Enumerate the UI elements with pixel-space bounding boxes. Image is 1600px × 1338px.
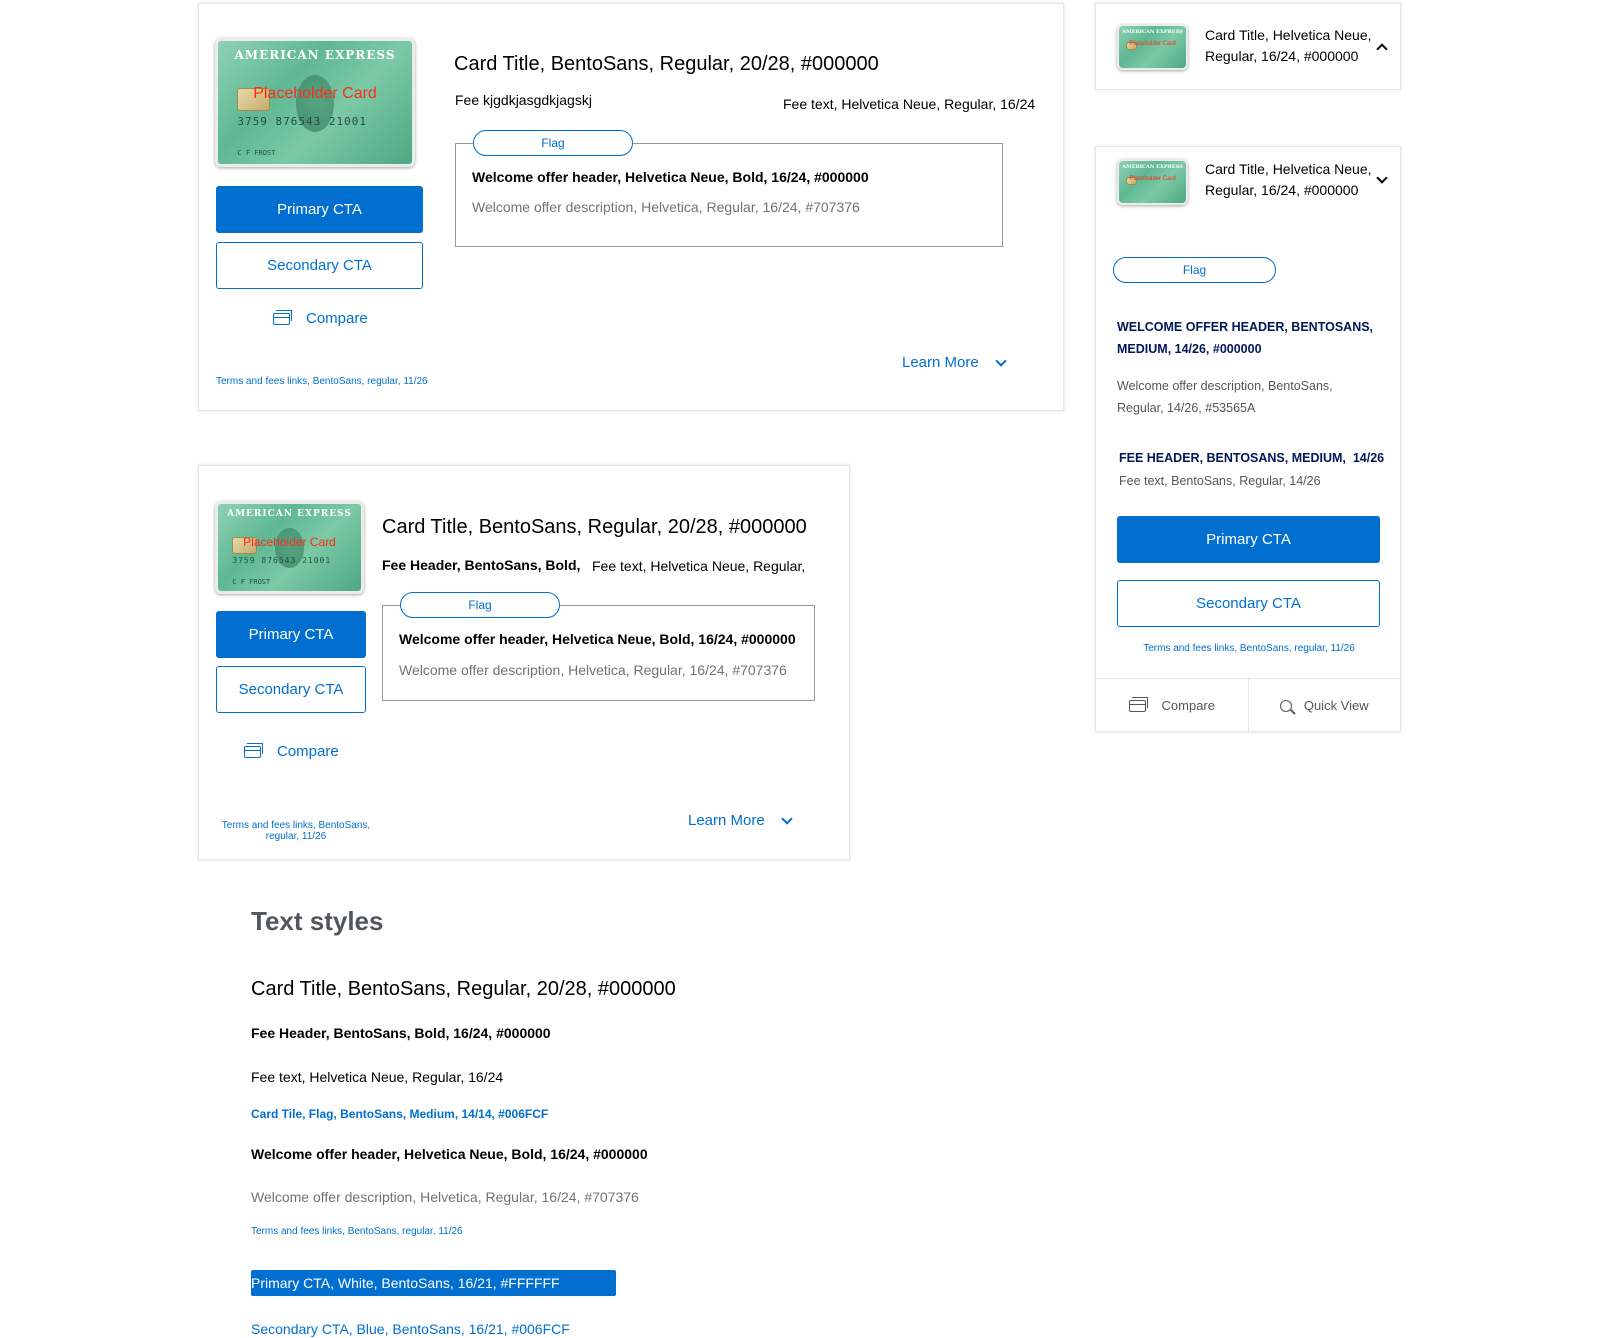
offer-flag: Flag (473, 130, 633, 156)
card-image[interactable]: AMERICAN EXPRESS 3759 876543 21001 Place… (215, 38, 415, 167)
primary-cta-button[interactable]: Primary CTA (216, 611, 366, 658)
card-holder: C F FROST (232, 577, 271, 586)
card-number: 3759 876543 21001 (232, 556, 332, 566)
welcome-offer-header-line-2: MEDIUM, 14/26, #000000 (1117, 342, 1262, 356)
terms-line-2: regular, 11/26 (265, 831, 327, 842)
mini-card-title-line-2: Regular, 16/24, #000000 (1205, 48, 1359, 64)
offer-flag: Flag (400, 592, 560, 618)
mini-card-title: Card Title, Helvetica Neue, Regular, 16/… (1205, 159, 1372, 201)
welcome-offer-description-line-2: Regular, 14/26, #53565A (1117, 401, 1256, 415)
welcome-offer-box: Welcome offer header, Helvetica Neue, Bo… (455, 143, 1003, 247)
welcome-offer-description: Welcome offer description, BentoSans, Re… (1117, 375, 1333, 419)
search-icon (1279, 699, 1292, 712)
welcome-offer-box: Welcome offer header, Helvetica Neue, Bo… (382, 605, 815, 701)
card-number: 3759 876543 21001 (237, 114, 367, 128)
card-brand: AMERICAN EXPRESS (227, 509, 352, 520)
terms-line-1: Terms and fees links, BentoSans, (221, 820, 371, 831)
card-brand: AMERICAN EXPRESS (1122, 163, 1183, 170)
terms-link[interactable]: Terms and fees links, BentoSans, regular… (216, 376, 428, 387)
card-tile-medium: AMERICAN EXPRESS 3759 876543 21001 Place… (198, 465, 850, 860)
learn-more-link[interactable]: Learn More (902, 354, 1007, 371)
chevron-down-icon (781, 812, 793, 825)
card-placeholder-label: Placeholder Card (1129, 41, 1176, 48)
learn-more-label: Learn More (902, 354, 979, 371)
chevron-down-icon[interactable] (1376, 172, 1388, 184)
welcome-offer-header: WELCOME OFFER HEADER, BENTOSANS, MEDIUM,… (1117, 316, 1373, 360)
welcome-offer-header: Welcome offer header, Helvetica Neue, Bo… (399, 631, 796, 647)
welcome-offer-header: Welcome offer header, Helvetica Neue, Bo… (472, 169, 869, 185)
style-terms: Terms and fees links, BentoSans, regular… (251, 1226, 463, 1237)
terms-link[interactable]: Terms and fees links, BentoSans, regular… (216, 820, 376, 842)
compare-link[interactable]: Compare (273, 309, 368, 327)
fee-label: Fee kjgdkjasgdkjagskj (455, 92, 592, 108)
card-placeholder-label: Placeholder Card (243, 535, 336, 550)
card-thumbnail: AMERICAN EXPRESS Placeholder Card (1117, 159, 1188, 205)
primary-cta-button[interactable]: Primary CTA (216, 186, 423, 233)
welcome-offer-description: Welcome offer description, Helvetica, Re… (399, 662, 787, 678)
style-secondary-cta: Secondary CTA, Blue, BentoSans, 16/21, #… (251, 1321, 570, 1337)
secondary-cta-button[interactable]: Secondary CTA (216, 666, 366, 713)
style-fee-header: Fee Header, BentoSans, Bold, 16/24, #000… (251, 1025, 551, 1041)
card-title: Card Title, BentoSans, Regular, 20/28, #… (454, 53, 879, 75)
compare-label: Compare (306, 310, 368, 327)
secondary-cta-button[interactable]: Secondary CTA (216, 242, 423, 289)
offer-flag: Flag (1113, 257, 1276, 283)
fee-text: Fee text, Helvetica Neue, Regular, 16/24 (783, 96, 1036, 112)
mini-card-title-line-1: Card Title, Helvetica Neue, (1205, 161, 1372, 177)
compare-icon (244, 742, 263, 758)
mini-card-expanded: AMERICAN EXPRESS Placeholder Card Card T… (1095, 146, 1401, 732)
card-title: Card Title, BentoSans, Regular, 20/28, #… (382, 516, 807, 538)
style-card-title: Card Title, BentoSans, Regular, 20/28, #… (251, 978, 676, 1000)
fee-text: Fee text, BentoSans, Regular, 14/26 (1119, 474, 1321, 488)
fee-header: FEE HEADER, BENTOSANS, MEDIUM, 14/26 (1119, 451, 1385, 465)
chevron-down-icon (995, 354, 1007, 367)
secondary-cta-button[interactable]: Secondary CTA (1117, 580, 1380, 627)
compare-icon (273, 309, 292, 325)
card-thumbnail: AMERICAN EXPRESS Placeholder Card (1117, 24, 1188, 70)
compare-link[interactable]: Compare (1096, 679, 1248, 732)
learn-more-link[interactable]: Learn More (688, 812, 793, 829)
compare-icon (1128, 696, 1148, 712)
quick-view-link[interactable]: Quick View (1249, 679, 1401, 732)
style-fee-text: Fee text, Helvetica Neue, Regular, 16/24 (251, 1069, 504, 1085)
fee-text: Fee text, Helvetica Neue, Regular, (592, 558, 806, 574)
mini-card-collapsed[interactable]: AMERICAN EXPRESS Placeholder Card Card T… (1095, 3, 1401, 90)
primary-cta-button[interactable]: Primary CTA (1117, 516, 1380, 563)
card-holder: C F FROST (237, 148, 276, 157)
fee-header: Fee Header, BentoSans, Bold, (382, 557, 581, 573)
terms-link[interactable]: Terms and fees links, BentoSans, regular… (1096, 643, 1402, 654)
text-styles-heading: Text styles (251, 906, 384, 936)
welcome-offer-description-line-1: Welcome offer description, BentoSans, (1117, 379, 1333, 393)
card-placeholder-label: Placeholder Card (253, 85, 377, 103)
card-brand: AMERICAN EXPRESS (234, 48, 396, 63)
mini-card-title-line-1: Card Title, Helvetica Neue, (1205, 27, 1372, 43)
mini-card-title-line-2: Regular, 16/24, #000000 (1205, 182, 1359, 198)
compare-label: Compare (277, 743, 339, 760)
learn-more-label: Learn More (688, 812, 765, 829)
style-offer-description: Welcome offer description, Helvetica, Re… (251, 1189, 639, 1205)
style-offer-header: Welcome offer header, Helvetica Neue, Bo… (251, 1146, 648, 1162)
style-flag: Card Tile, Flag, BentoSans, Medium, 14/1… (251, 1107, 549, 1121)
quick-view-label: Quick View (1303, 698, 1369, 713)
chevron-up-icon[interactable] (1376, 43, 1388, 55)
mini-card-title: Card Title, Helvetica Neue, Regular, 16/… (1205, 25, 1372, 67)
compare-link[interactable]: Compare (244, 742, 339, 760)
welcome-offer-description: Welcome offer description, Helvetica, Re… (472, 199, 860, 215)
card-tile-large: AMERICAN EXPRESS 3759 876543 21001 Place… (198, 3, 1064, 411)
welcome-offer-header-line-1: WELCOME OFFER HEADER, BENTOSANS, (1117, 320, 1374, 334)
compare-label: Compare (1161, 698, 1215, 713)
card-placeholder-label: Placeholder Card (1129, 176, 1176, 183)
card-image[interactable]: AMERICAN EXPRESS 3759 876543 21001 Place… (215, 501, 364, 594)
style-primary-cta: Primary CTA, White, BentoSans, 16/21, #F… (251, 1270, 616, 1296)
card-brand: AMERICAN EXPRESS (1122, 28, 1183, 35)
mini-card-footer: Compare Quick View (1096, 678, 1400, 732)
